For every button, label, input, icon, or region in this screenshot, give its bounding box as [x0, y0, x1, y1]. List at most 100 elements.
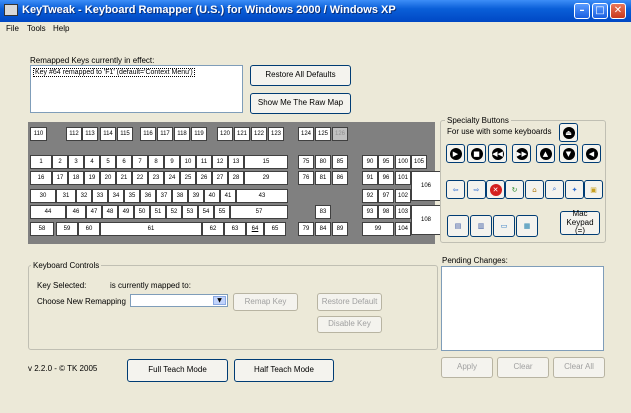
key-98[interactable]: 98 [378, 205, 394, 219]
key-79[interactable]: 79 [298, 222, 314, 236]
key-59[interactable]: 59 [56, 222, 78, 236]
key-15[interactable]: 15 [244, 155, 288, 169]
remapped-keys-list[interactable]: Key #64 remapped to 'F1' (default='Conte… [30, 65, 243, 113]
key-116[interactable]: 116 [140, 127, 156, 141]
key-60[interactable]: 60 [78, 222, 100, 236]
key-46[interactable]: 46 [66, 205, 86, 219]
key-49[interactable]: 49 [118, 205, 134, 219]
disable-key-button[interactable]: Disable Key [317, 316, 382, 333]
key-38[interactable]: 38 [172, 189, 188, 203]
key-12[interactable]: 12 [212, 155, 228, 169]
menu-tools[interactable]: Tools [27, 24, 46, 33]
key-37[interactable]: 37 [156, 189, 172, 203]
key-16[interactable]: 16 [30, 171, 52, 185]
key-62[interactable]: 62 [202, 222, 224, 236]
key-10[interactable]: 10 [180, 155, 196, 169]
key-55[interactable]: 55 [214, 205, 230, 219]
key-63[interactable]: 63 [224, 222, 246, 236]
calculator-button[interactable]: ▤ [447, 215, 469, 237]
key-54[interactable]: 54 [198, 205, 214, 219]
restore-all-defaults-button[interactable]: Restore All Defaults [250, 65, 351, 86]
key-4[interactable]: 4 [84, 155, 100, 169]
key-51[interactable]: 51 [150, 205, 166, 219]
key-104[interactable]: 104 [395, 222, 411, 236]
key-40[interactable]: 40 [204, 189, 220, 203]
key-41[interactable]: 41 [220, 189, 236, 203]
key-95[interactable]: 95 [378, 155, 394, 169]
key-5[interactable]: 5 [100, 155, 116, 169]
key-118[interactable]: 118 [174, 127, 190, 141]
menu-help[interactable]: Help [53, 24, 69, 33]
menu-file[interactable]: File [6, 24, 19, 33]
key-123[interactable]: 123 [268, 127, 284, 141]
key-25[interactable]: 25 [180, 171, 196, 185]
clear-all-button[interactable]: Clear All [553, 357, 605, 378]
key-97[interactable]: 97 [378, 189, 394, 203]
key-57[interactable]: 57 [230, 205, 288, 219]
key-3[interactable]: 3 [68, 155, 84, 169]
key-35[interactable]: 35 [124, 189, 140, 203]
key-91[interactable]: 91 [362, 171, 378, 185]
key-101[interactable]: 101 [395, 171, 411, 185]
next-track-button[interactable]: ▶▶ [512, 144, 531, 163]
play-button[interactable]: ▶ [446, 144, 465, 163]
forward-arrow-button[interactable]: ⇨ [467, 180, 486, 199]
close-button[interactable]: ✕ [610, 3, 626, 19]
home-button[interactable]: ⌂ [525, 180, 544, 199]
key-34[interactable]: 34 [108, 189, 124, 203]
key-110[interactable]: 110 [30, 127, 47, 141]
key-108[interactable]: 108 [411, 205, 441, 235]
key-125[interactable]: 125 [315, 127, 331, 141]
key-44[interactable]: 44 [30, 205, 66, 219]
key-106[interactable]: 106 [411, 171, 441, 201]
key-36[interactable]: 36 [140, 189, 156, 203]
key-86[interactable]: 86 [332, 171, 348, 185]
clear-button[interactable]: Clear [497, 357, 549, 378]
key-32[interactable]: 32 [76, 189, 92, 203]
key-121[interactable]: 121 [234, 127, 250, 141]
minimize-button[interactable]: – [574, 3, 590, 19]
key-113[interactable]: 113 [82, 127, 98, 141]
key-9[interactable]: 9 [164, 155, 180, 169]
key-52[interactable]: 52 [166, 205, 182, 219]
spreadsheet-button[interactable]: ▦ [516, 215, 538, 237]
key-1[interactable]: 1 [30, 155, 52, 169]
key-8[interactable]: 8 [148, 155, 164, 169]
refresh-button[interactable]: ↻ [505, 180, 524, 199]
key-43[interactable]: 43 [236, 189, 288, 203]
key-28[interactable]: 28 [228, 171, 244, 185]
key-20[interactable]: 20 [100, 171, 116, 185]
restore-default-button[interactable]: Restore Default [317, 293, 382, 311]
remapping-select[interactable]: ▼ [130, 294, 228, 307]
key-65[interactable]: 65 [264, 222, 286, 236]
key-31[interactable]: 31 [56, 189, 76, 203]
key-114[interactable]: 114 [100, 127, 116, 141]
key-115[interactable]: 115 [117, 127, 133, 141]
key-27[interactable]: 27 [212, 171, 228, 185]
key-50[interactable]: 50 [134, 205, 150, 219]
key-24[interactable]: 24 [164, 171, 180, 185]
mac-keypad-button[interactable]: Mac Keypad (=) [560, 209, 600, 235]
key-11[interactable]: 11 [196, 155, 212, 169]
key-102[interactable]: 102 [395, 189, 411, 203]
key-89[interactable]: 89 [332, 222, 348, 236]
key-120[interactable]: 120 [217, 127, 233, 141]
folder-button[interactable]: ▣ [584, 180, 603, 199]
my-computer-button[interactable]: ▥ [470, 215, 492, 237]
key-80[interactable]: 80 [315, 155, 331, 169]
search-web-button[interactable]: ⌕ [545, 180, 564, 199]
maximize-button[interactable]: □ [592, 3, 608, 19]
remap-key-button[interactable]: Remap Key [233, 293, 298, 311]
key-39[interactable]: 39 [188, 189, 204, 203]
key-7[interactable]: 7 [132, 155, 148, 169]
key-17[interactable]: 17 [52, 171, 68, 185]
key-13[interactable]: 13 [228, 155, 244, 169]
key-126[interactable]: 126 [332, 127, 348, 141]
show-raw-map-button[interactable]: Show Me The Raw Map [250, 93, 351, 114]
eject-button[interactable]: ⏏ [559, 123, 578, 142]
key-93[interactable]: 93 [362, 205, 378, 219]
key-84[interactable]: 84 [315, 222, 331, 236]
key-26[interactable]: 26 [196, 171, 212, 185]
key-122[interactable]: 122 [251, 127, 267, 141]
full-teach-mode-button[interactable]: Full Teach Mode [127, 359, 228, 382]
